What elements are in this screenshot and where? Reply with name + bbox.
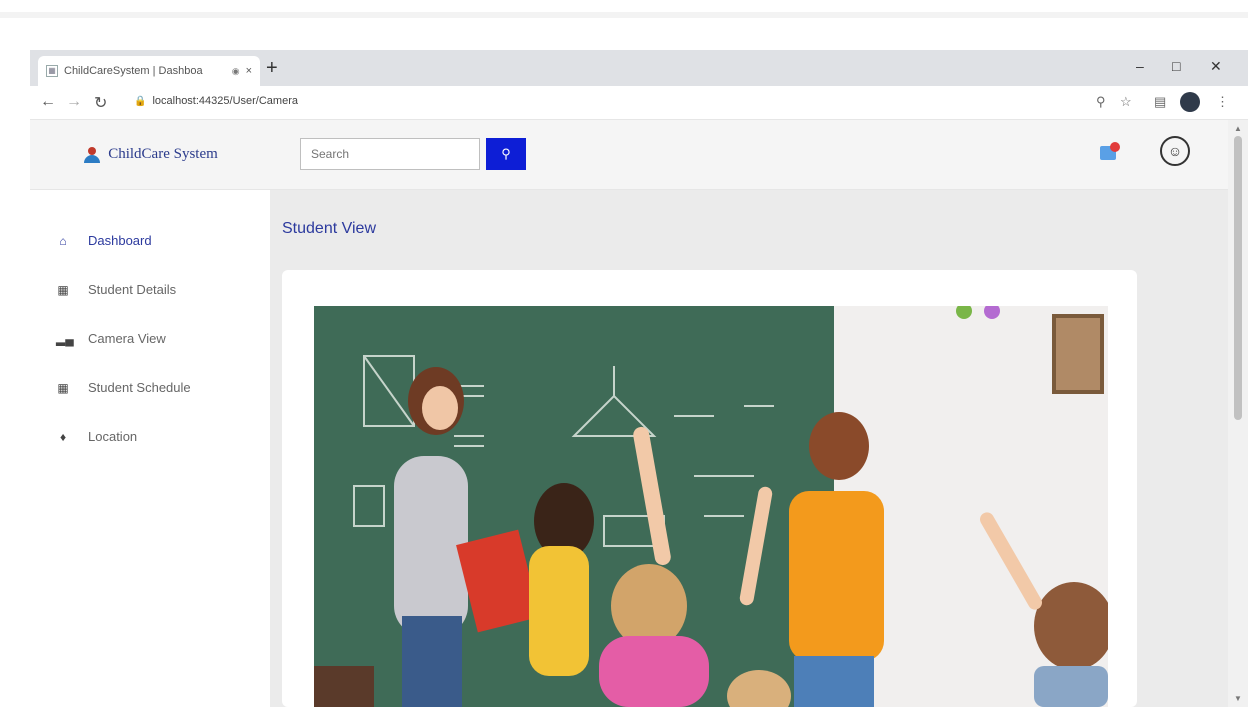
zoom-icon[interactable]: ⚲	[1096, 94, 1106, 110]
top-header: ⚲ ☺	[270, 120, 1228, 190]
browser-tab[interactable]: ▦ ChildCareSystem | Dashboa ◉ ×	[38, 56, 260, 86]
sidebar-menu: ⌂ Dashboard ▦ Student Details ▂▄ Camera …	[30, 216, 270, 461]
user-profile-icon[interactable]: ☺	[1160, 136, 1190, 166]
bookmark-star-icon[interactable]: ☆	[1120, 94, 1132, 110]
extension-icon[interactable]: ▤	[1154, 94, 1166, 110]
tab-close-icon[interactable]: ×	[246, 65, 252, 77]
top-margin	[0, 0, 1248, 50]
forward-icon[interactable]: →	[66, 93, 82, 111]
brand[interactable]: ChildCare System	[30, 120, 270, 190]
favicon-icon: ▦	[46, 65, 58, 77]
sidebar-item-label: Camera View	[88, 331, 166, 346]
classroom-camera-image	[314, 306, 1108, 707]
scroll-up-icon[interactable]: ▲	[1234, 124, 1242, 133]
sidebar-item-label: Student Details	[88, 282, 177, 297]
url-field[interactable]: 🔒 localhost:44325/User/Camera	[134, 95, 298, 107]
scroll-down-icon[interactable]: ▼	[1234, 694, 1242, 703]
sidebar-item-label: Student Schedule	[88, 380, 191, 395]
sidebar-item-location[interactable]: ♦ Location	[30, 412, 270, 461]
map-marker-icon: ♦	[59, 429, 67, 444]
reload-icon[interactable]: ↻	[94, 93, 107, 113]
menu-kebab-icon[interactable]: ⋮	[1216, 94, 1229, 110]
notification-badge	[1110, 142, 1120, 152]
sidebar-item-label: Location	[88, 429, 138, 444]
classroom-photo-illustration	[314, 306, 1108, 707]
profile-avatar-icon[interactable]	[1180, 92, 1200, 112]
brand-name: ChildCare System	[108, 146, 218, 162]
new-tab-button[interactable]: +	[266, 58, 278, 78]
scrollbar-thumb[interactable]	[1234, 136, 1242, 420]
minimize-button[interactable]: –	[1136, 58, 1144, 74]
childcare-logo-icon	[82, 145, 102, 165]
search-icon: ⚲	[501, 146, 511, 161]
address-bar: ← → ↻ 🔒 localhost:44325/User/Camera ⚲ ☆ ▤…	[30, 86, 1248, 120]
browser-tab-bar: ▦ ChildCareSystem | Dashboa ◉ × + – □ ✕	[30, 50, 1248, 86]
sidebar-item-camera-view[interactable]: ▂▄ Camera View	[30, 314, 270, 363]
search-input[interactable]	[300, 138, 480, 170]
table-icon: ▦	[57, 380, 69, 395]
speaker-icon: ◉	[231, 65, 240, 76]
lock-icon: 🔒	[134, 96, 147, 107]
sidebar-item-student-details[interactable]: ▦ Student Details	[30, 265, 270, 314]
search-button[interactable]: ⚲	[486, 138, 526, 170]
app-root: ChildCare System ⌂ Dashboard ▦ Student D…	[30, 120, 1228, 707]
camera-card	[282, 270, 1137, 707]
sidebar: ChildCare System ⌂ Dashboard ▦ Student D…	[30, 120, 270, 707]
sidebar-item-student-schedule[interactable]: ▦ Student Schedule	[30, 363, 270, 412]
url-text: localhost:44325/User/Camera	[152, 95, 298, 107]
chart-icon: ▂▄	[56, 331, 74, 346]
sidebar-item-label: Dashboard	[88, 233, 152, 248]
home-icon: ⌂	[59, 233, 67, 248]
tab-title: ChildCareSystem | Dashboa	[64, 65, 203, 77]
maximize-button[interactable]: □	[1172, 58, 1180, 74]
notification-button[interactable]	[1100, 142, 1122, 164]
sidebar-item-dashboard[interactable]: ⌂ Dashboard	[30, 216, 270, 265]
page-title: Student View	[282, 220, 376, 237]
table-icon: ▦	[57, 282, 69, 297]
close-window-button[interactable]: ✕	[1210, 58, 1222, 75]
back-icon[interactable]: ←	[40, 93, 56, 111]
